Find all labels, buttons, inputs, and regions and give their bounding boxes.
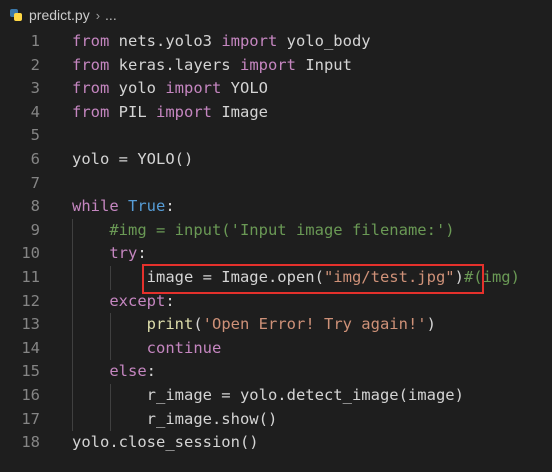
code-token: 'Open Error! Try again!' bbox=[202, 315, 427, 334]
line-number: 7 bbox=[30, 173, 40, 192]
code-token: from bbox=[72, 79, 110, 98]
code-token: else bbox=[109, 362, 147, 381]
line-number: 3 bbox=[30, 79, 40, 98]
code-text: from nets.yolo3 import yolo_body bbox=[72, 30, 371, 54]
code-token: PIL bbox=[109, 102, 156, 121]
code-text: #img = input('Input image filename:') bbox=[72, 219, 455, 243]
line-number: 5 bbox=[30, 126, 40, 145]
indent-guide bbox=[110, 313, 111, 361]
code-token: except bbox=[109, 291, 166, 310]
code-line[interactable]: 5 bbox=[0, 124, 552, 148]
code-token: yolo bbox=[109, 79, 166, 98]
code-token: #img = input('Input image filename:') bbox=[109, 220, 455, 239]
code-text: yolo = YOLO() bbox=[72, 148, 193, 172]
highlight-box bbox=[142, 264, 484, 294]
line-number: 4 bbox=[30, 102, 40, 121]
code-line[interactable]: 8 while True: bbox=[0, 195, 552, 219]
code-token: Input bbox=[295, 55, 352, 74]
code-editor[interactable]: 18 yolo.close_session() 17 r_image.show() 1… bbox=[0, 30, 552, 472]
code-token: while bbox=[72, 197, 119, 216]
indent-guide bbox=[110, 384, 111, 432]
code-text: else: bbox=[72, 360, 156, 384]
code-text: from yolo import YOLO bbox=[72, 77, 268, 101]
code-token: True bbox=[128, 197, 166, 216]
code-line[interactable]: 2 from keras.layers import Input bbox=[0, 54, 552, 78]
breadcrumb-more[interactable]: ... bbox=[105, 7, 117, 23]
indent-guide bbox=[110, 266, 111, 290]
code-text: from keras.layers import Input bbox=[72, 54, 352, 78]
line-number: 6 bbox=[30, 150, 40, 168]
code-token: print bbox=[146, 315, 194, 334]
code-line[interactable]: 1 from nets.yolo3 import yolo_body bbox=[0, 30, 552, 54]
line-number: 13 bbox=[21, 315, 40, 334]
code-token: Image bbox=[212, 102, 268, 121]
code-token: try bbox=[109, 244, 138, 263]
code-token: keras.layers bbox=[109, 55, 240, 74]
code-token: ) bbox=[426, 315, 436, 334]
line-number: 18 bbox=[21, 433, 40, 452]
code-token: : bbox=[165, 291, 175, 310]
code-text: while True: bbox=[72, 195, 175, 219]
code-token: YOLO bbox=[221, 79, 268, 98]
code-text: continue bbox=[72, 337, 222, 361]
code-token: from bbox=[72, 32, 110, 50]
code-token: : bbox=[165, 197, 175, 216]
code-text: print('Open Error! Try again!') bbox=[72, 313, 436, 337]
code-line[interactable]: 4 from PIL import Image bbox=[0, 101, 552, 125]
code-token: : bbox=[137, 244, 147, 263]
code-token: yolo_body bbox=[277, 32, 371, 50]
code-token: import bbox=[156, 102, 212, 121]
code-line[interactable]: 6 yolo = YOLO() bbox=[0, 148, 552, 172]
breadcrumb-file[interactable]: predict.py bbox=[29, 7, 90, 23]
breadcrumb-separator-icon: › bbox=[95, 7, 101, 23]
code-line[interactable]: 14 continue bbox=[0, 337, 552, 361]
code-token: nets.yolo3 bbox=[109, 32, 222, 50]
line-number: 12 bbox=[21, 291, 40, 310]
line-number: 15 bbox=[21, 362, 40, 381]
code-text: from PIL import Image bbox=[72, 101, 268, 125]
code-text: try: bbox=[72, 242, 147, 266]
code-text: yolo.close_session() bbox=[72, 431, 259, 455]
code-token: continue bbox=[146, 338, 222, 357]
code-line[interactable]: 10 try: bbox=[0, 242, 552, 266]
code-line[interactable]: 9 #img = input('Input image filename:') bbox=[0, 219, 552, 243]
code-line[interactable]: 13 print('Open Error! Try again!') bbox=[0, 313, 552, 337]
code-token: from bbox=[72, 55, 110, 74]
code-line[interactable]: 18 yolo.close_session() bbox=[0, 431, 552, 455]
line-number: 9 bbox=[30, 220, 40, 239]
code-line[interactable]: 17 r_image.show() bbox=[0, 408, 552, 432]
code-text: r_image.show() bbox=[72, 408, 278, 432]
code-token: r_image.show() bbox=[72, 409, 278, 428]
indent-guide bbox=[72, 218, 73, 432]
code-line[interactable]: 3 from yolo import YOLO bbox=[0, 77, 552, 101]
python-file-icon bbox=[10, 9, 22, 21]
code-line[interactable]: 16 r_image = yolo.detect_image(image) bbox=[0, 384, 552, 408]
code-token: import bbox=[165, 79, 222, 98]
breadcrumb: predict.py › ... bbox=[0, 0, 552, 30]
code-token: import bbox=[239, 55, 296, 74]
line-number: 11 bbox=[21, 268, 40, 286]
code-token: r_image = yolo.detect_image(image) bbox=[72, 386, 464, 404]
code-line[interactable]: 15 else: bbox=[0, 360, 552, 384]
line-number: 8 bbox=[30, 197, 40, 216]
line-number: 2 bbox=[30, 55, 40, 74]
line-number: 17 bbox=[21, 409, 40, 428]
line-number: 10 bbox=[21, 244, 40, 263]
code-token: : bbox=[146, 362, 156, 381]
code-token: yolo = YOLO() bbox=[72, 150, 194, 168]
code-token: from bbox=[72, 102, 110, 121]
code-token: ( bbox=[193, 315, 203, 334]
line-number: 1 bbox=[30, 32, 40, 50]
code-token: import bbox=[221, 32, 278, 50]
line-number: 14 bbox=[21, 338, 40, 357]
code-text: r_image = yolo.detect_image(image) bbox=[72, 384, 464, 408]
code-token: yolo.close_session() bbox=[72, 433, 259, 452]
line-number: 16 bbox=[21, 386, 40, 404]
code-line[interactable]: 7 bbox=[0, 172, 552, 196]
